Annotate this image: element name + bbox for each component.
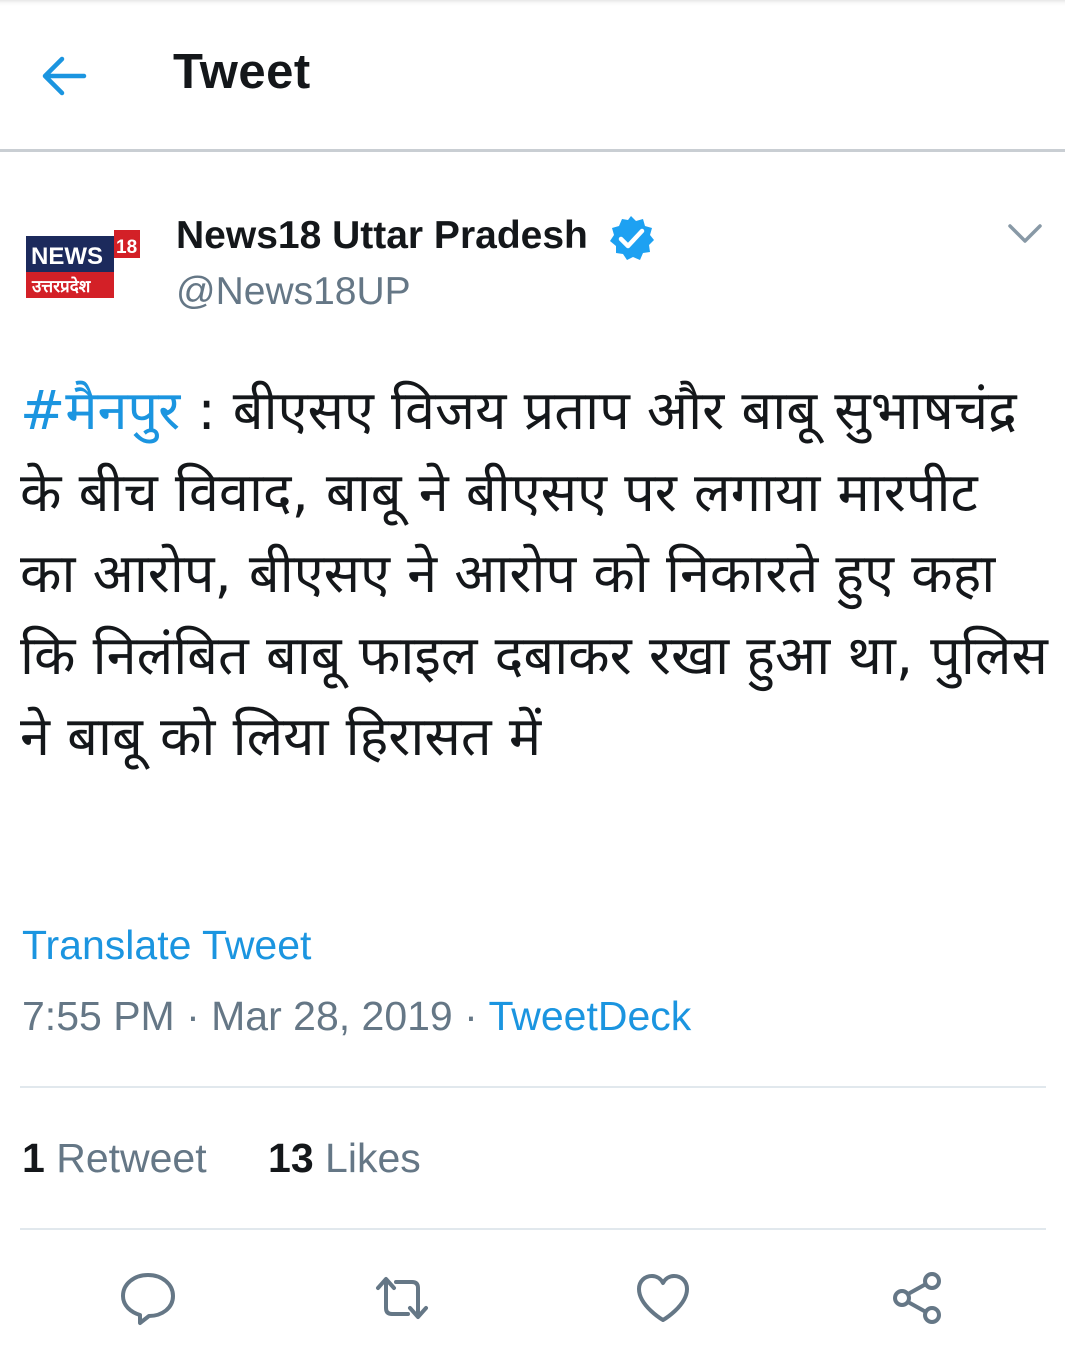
likes-count: 13 [268, 1135, 314, 1181]
divider [20, 1228, 1046, 1230]
arrow-left-icon [42, 56, 87, 96]
meta-separator: · [174, 993, 212, 1039]
retweet-button[interactable] [372, 1268, 432, 1328]
retweets-stat[interactable]: 1 Retweet [22, 1135, 207, 1182]
top-app-bar: Tweet [0, 0, 1065, 152]
retweet-icon [376, 1277, 428, 1319]
tweet-date: Mar 28, 2019 [211, 993, 453, 1039]
reply-icon [121, 1273, 175, 1325]
like-icon [637, 1274, 689, 1322]
back-button[interactable] [36, 48, 92, 104]
verified-badge-icon [610, 216, 654, 260]
meta-separator: · [452, 993, 489, 1039]
retweets-label: Retweet [44, 1135, 207, 1181]
author-name[interactable]: News18 Uttar Pradesh [176, 214, 588, 258]
hashtag-link[interactable]: #मैनपुर [20, 379, 180, 442]
page-title: Tweet [173, 45, 311, 99]
tweet-source-link[interactable]: TweetDeck [488, 993, 691, 1039]
translate-tweet-link[interactable]: Translate Tweet [22, 922, 311, 969]
like-button[interactable] [633, 1268, 693, 1328]
avatar[interactable]: NEWS 18 उत्तरप्रदेश [24, 226, 140, 302]
share-button[interactable] [888, 1268, 948, 1328]
chevron-down-icon[interactable] [1002, 210, 1048, 256]
likes-label: Likes [313, 1135, 421, 1181]
tweet-text: #मैनपुर : बीएसए विजय प्रताप और बाबू सुभा… [20, 370, 1050, 778]
tweet-action-bar [0, 1268, 1065, 1332]
share-icon [893, 1272, 941, 1324]
author-handle[interactable]: @News18UP [176, 270, 411, 314]
avatar-logo-number: 18 [116, 237, 137, 258]
tweet-stats: 1 Retweet 13 Likes [22, 1135, 421, 1182]
tweet-time: 7:55 PM [22, 993, 175, 1039]
likes-stat[interactable]: 13 Likes [268, 1135, 421, 1182]
avatar-logo-word: NEWS [31, 243, 103, 270]
tweet-meta: 7:55 PM · Mar 28, 2019 · TweetDeck [22, 993, 691, 1040]
divider [20, 1086, 1046, 1088]
retweets-count: 1 [22, 1135, 45, 1181]
avatar-logo-subtitle: उत्तरप्रदेश [31, 276, 92, 297]
reply-button[interactable] [118, 1268, 178, 1328]
